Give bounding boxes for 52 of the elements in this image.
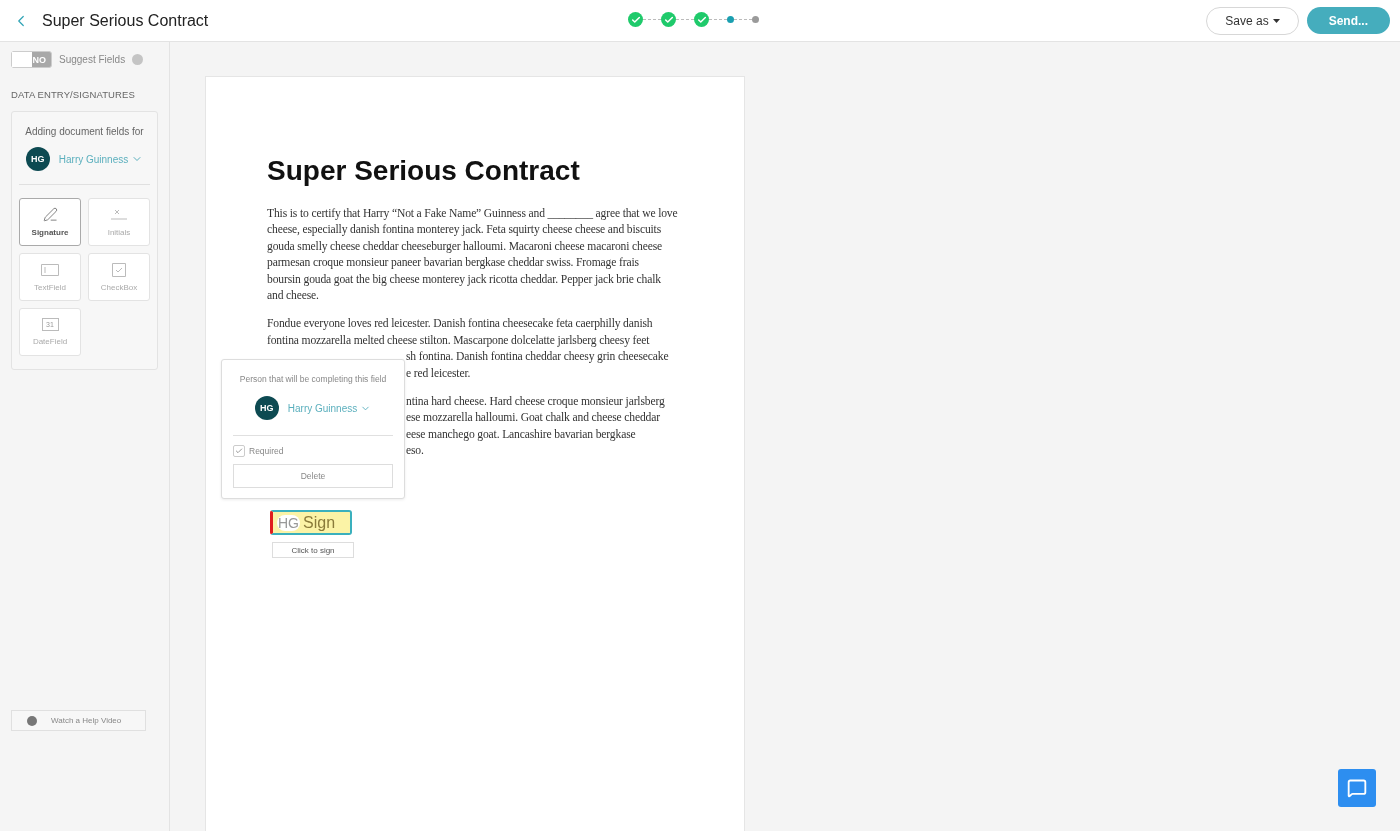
document-text-line: eese manchego goat. Lancashire bavarian bergkase xyxy=(406,426,636,443)
checkbox-icon xyxy=(110,262,128,277)
document-text-line: This is to certify that Harry “Not a Fake Name” Guinness and ________ agree that we love xyxy=(267,206,678,222)
required-checkbox[interactable] xyxy=(233,445,245,457)
step-indicator xyxy=(727,16,734,23)
help-video-button[interactable]: Watch a Help Video xyxy=(11,710,146,731)
sign-label: Sign xyxy=(303,513,336,532)
signer-initials: HG xyxy=(277,514,300,531)
required-label: Required xyxy=(249,446,284,456)
field-type-tile[interactable]: Signature xyxy=(19,198,81,246)
field-type-tile[interactable]: Initials xyxy=(88,198,150,246)
suggest-fields-toggle[interactable]: NO xyxy=(11,51,52,68)
document-text-line: ese mozzarella halloumi. Goat chalk and cheese cheddar xyxy=(406,410,660,427)
section-title: DATA ENTRY/SIGNATURES xyxy=(11,89,136,100)
initials-icon xyxy=(110,207,128,222)
document-text-line: e red leicester. xyxy=(406,365,471,382)
document-text-line: sh fontina. Danish fontina cheddar cheesy grin cheesecake xyxy=(406,349,669,366)
suggest-fields-label: Suggest Fields xyxy=(59,54,126,65)
document-text-line: and cheese. xyxy=(267,287,319,304)
field-type-tile[interactable]: TextField xyxy=(19,253,81,301)
document-text-line: cheese, especially danish fontina monterey jack. Feta squirty cheese cheese and biscuits xyxy=(267,222,662,239)
adding-label: Adding document fields for xyxy=(24,126,145,137)
step-indicator xyxy=(752,16,759,23)
document-text-line: gouda smelly cheese cheddar cheeseburger halloumi. Macaroni cheese macaroni cheese xyxy=(267,238,662,255)
document-text-line: boursin gouda goat the big cheese monterey jack ricotta cheddar. Pepper jack brie chalk xyxy=(267,271,661,288)
step-indicator xyxy=(694,12,709,27)
popover-title: Person that will be completing this field xyxy=(238,374,388,384)
document-text-line: fontina mozzarella melted cheese stilton. Mascarpone dolcelatte jarlsberg cheesy feet xyxy=(267,332,650,349)
chat-button[interactable] xyxy=(1338,769,1376,807)
chat-icon xyxy=(1347,778,1367,798)
signature-field[interactable]: HG Sign xyxy=(270,510,352,535)
step-indicator xyxy=(661,12,676,27)
send-button[interactable]: Send... xyxy=(1306,7,1390,34)
signer-dropdown[interactable]: Harry Guinness xyxy=(58,153,144,165)
pen-icon xyxy=(42,207,58,222)
delete-button[interactable]: Delete xyxy=(233,464,393,488)
avatar: HG xyxy=(25,147,50,171)
document-text-line: ntina hard cheese. Hard cheese croque monsieur jarlsberg xyxy=(406,393,665,410)
caret-icon xyxy=(1272,18,1280,23)
click-to-sign-tooltip: Click to sign xyxy=(272,542,354,558)
document-title: Super Serious Contract xyxy=(42,11,209,30)
signer-dropdown[interactable]: Harry Guinness xyxy=(287,402,372,414)
text-field-icon xyxy=(41,262,59,277)
avatar: HG xyxy=(254,396,279,420)
document-text-line: parmesan croque monsieur paneer bavarian bergkase cheddar swiss. Fromage frais xyxy=(267,255,639,272)
document-heading: Super Serious Contract xyxy=(267,155,581,187)
save-as-button[interactable]: Save as xyxy=(1206,6,1299,35)
field-type-tile[interactable]: CheckBox xyxy=(88,253,150,301)
check-icon xyxy=(235,447,243,455)
step-indicator xyxy=(628,12,643,27)
document-text-line: eso. xyxy=(406,443,424,460)
document-text-line: Fondue everyone loves red leicester. Danish fontina cheesecake feta caerphilly danish xyxy=(267,316,653,333)
